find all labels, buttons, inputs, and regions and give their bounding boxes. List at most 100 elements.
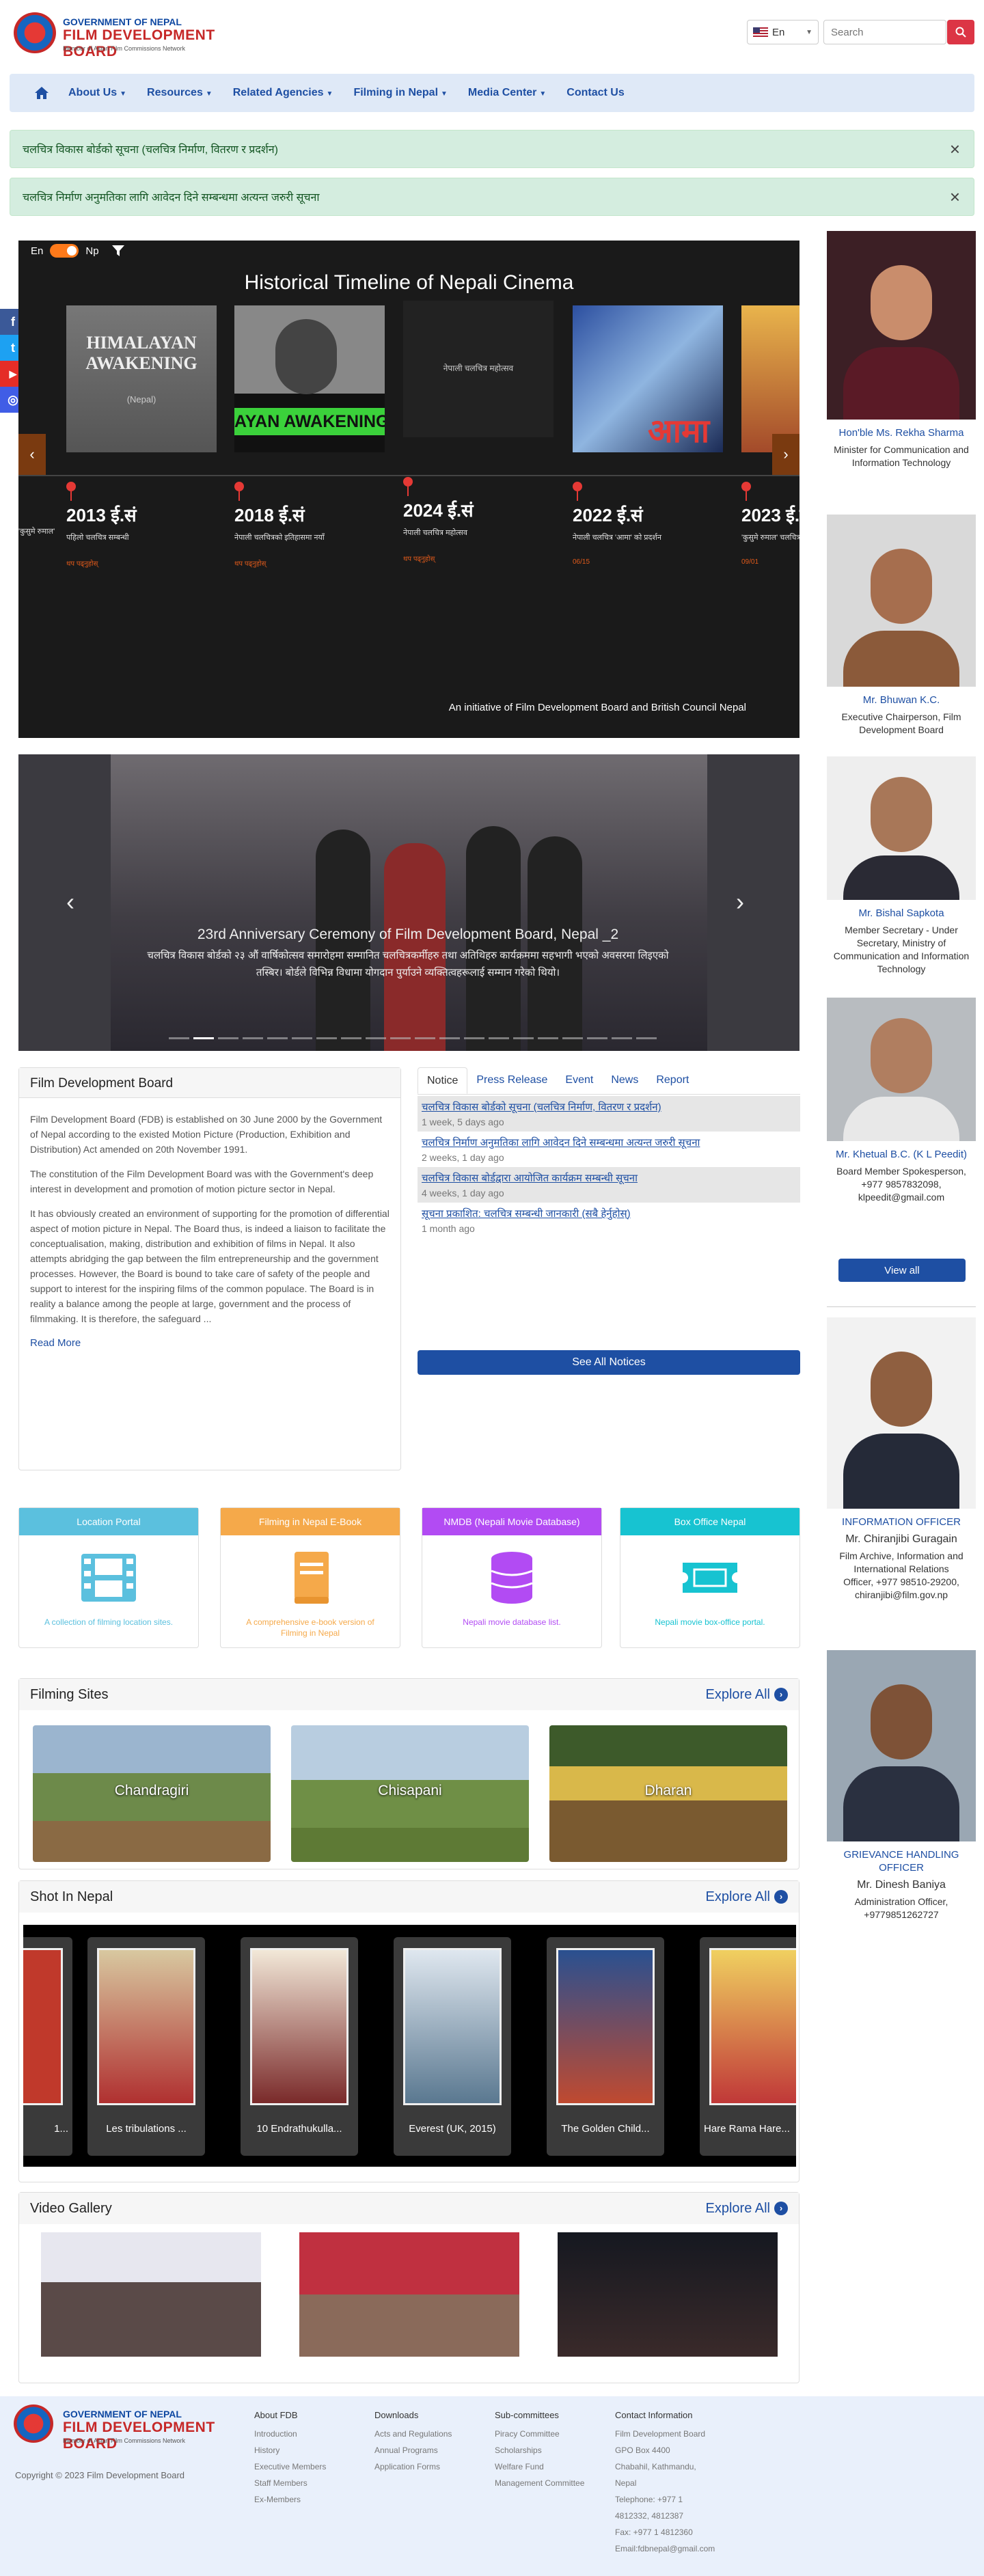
nav-filming-in-nepal[interactable]: Filming in Nepal ▼ [353, 87, 447, 99]
search-button[interactable] [947, 20, 974, 44]
explore-all-link[interactable]: Explore All › [706, 2201, 788, 2217]
movie-card[interactable]: The Golden Child... [547, 1937, 664, 2156]
footer-col-downloads: Downloads Acts and Regulations Annual Pr… [374, 2410, 452, 2475]
location-portal-card[interactable]: Location Portal A collection of filming … [18, 1507, 199, 1648]
footer-link[interactable]: Scholarships [495, 2442, 584, 2458]
timeline-card[interactable]: HIMALAYAN AWAKENING (Nepal) 2013 ई.सं पहि… [66, 305, 217, 579]
logo-government: GOVERNMENT OF NEPAL [63, 16, 182, 27]
notice-title[interactable]: सूचना प्रकाशित: चलचित्र सम्बन्धी जानकारी… [422, 1207, 796, 1222]
timeline-title: Historical Timeline of Nepali Cinema [244, 271, 574, 294]
movie-card[interactable]: Hare Rama Hare... [700, 1937, 796, 2156]
site-card[interactable]: Chandragiri [33, 1725, 271, 1862]
footer-link[interactable]: Annual Programs [374, 2442, 452, 2458]
tab-event[interactable]: Event [556, 1067, 602, 1094]
tab-press-release[interactable]: Press Release [467, 1067, 556, 1094]
footer-link[interactable]: Ex-Members [254, 2491, 326, 2508]
portal-title: NMDB (Nepali Movie Database) [422, 1508, 601, 1535]
filter-icon[interactable] [111, 244, 125, 258]
video-thumbnail[interactable] [558, 2232, 778, 2357]
timeline-prev-arrow[interactable]: ‹ [18, 434, 46, 475]
movie-title: The Golden Child... [561, 2123, 650, 2135]
member-name[interactable]: Mr. Khetual B.C. (K L Peedit) [827, 1148, 976, 1161]
nav-resources[interactable]: Resources ▼ [147, 87, 213, 99]
language-select[interactable]: En ▼ [747, 20, 819, 44]
footer-link[interactable]: Acts and Regulations [374, 2426, 452, 2442]
footer-link[interactable]: History [254, 2442, 326, 2458]
timeline-read-more[interactable]: थप पढ्नुहोस् [66, 558, 98, 568]
member-card[interactable]: Hon'ble Ms. Rekha Sharma Minister for Co… [827, 231, 976, 469]
footer-link[interactable]: Piracy Committee [495, 2426, 584, 2442]
video-thumbnail[interactable] [299, 2232, 519, 2357]
notice-title[interactable]: चलचित्र विकास बोर्डको सूचना (चलचित्र निर… [422, 1100, 796, 1115]
box-office-portal-card[interactable]: Box Office Nepal Nepali movie box-office… [620, 1507, 800, 1648]
explore-all-link[interactable]: Explore All › [706, 1889, 788, 1905]
view-all-members-button[interactable]: View all [838, 1259, 966, 1282]
close-icon[interactable]: × [950, 139, 960, 160]
member-name[interactable]: Hon'ble Ms. Rekha Sharma [827, 426, 976, 439]
explore-all-link[interactable]: Explore All › [706, 1687, 788, 1703]
notice-item[interactable]: चलचित्र विकास बोर्डको सूचना (चलचित्र निर… [418, 1096, 800, 1132]
notice-title[interactable]: चलचित्र निर्माण अनुमतिका लागि आवेदन दिने… [422, 1136, 796, 1151]
footer-logo[interactable]: GOVERNMENT OF NEPAL FILM DEVELOPMENT BOA… [14, 2404, 239, 2452]
member-name[interactable]: Mr. Bhuwan K.C. [827, 694, 976, 707]
search-input[interactable] [823, 20, 946, 44]
timeline-card[interactable]: नेपाली चलचित्र महोत्सव 2024 ई.सं नेपाली … [403, 301, 554, 574]
footer-link[interactable]: Executive Members [254, 2458, 326, 2475]
timeline-marker [573, 482, 582, 501]
officer-name: Mr. Dinesh Baniya [857, 1879, 946, 1891]
language-toggle[interactable]: En Np [31, 241, 125, 261]
tab-news[interactable]: News [602, 1067, 647, 1094]
notice-item[interactable]: सूचना प्रकाशित: चलचित्र सम्बन्धी जानकारी… [418, 1203, 800, 1238]
timeline-read-more[interactable]: थप पढ्नुहोस् [403, 553, 435, 563]
tab-report[interactable]: Report [647, 1067, 698, 1094]
timeline-card[interactable]: आमा 2022 ई.सं नेपाली चलचित्र 'आमा' को प्… [573, 305, 723, 579]
member-card[interactable]: Mr. Bishal Sapkota Member Secretary - Un… [827, 756, 976, 976]
timeline-read-more[interactable]: थप पढ्नुहोस् [234, 558, 266, 568]
footer-link[interactable]: Introduction [254, 2426, 326, 2442]
tab-notice[interactable]: Notice [418, 1067, 468, 1094]
movie-title: Everest (UK, 2015) [409, 2123, 496, 2135]
notice-item[interactable]: चलचित्र विकास बोर्डद्वारा आयोजित कार्यक्… [418, 1167, 800, 1203]
contact-line[interactable]: Email:fdbnepal@gmail.com [615, 2540, 715, 2557]
timeline-read-more[interactable]: 06/15 [573, 558, 590, 566]
carousel-prev-arrow[interactable]: ‹ [66, 888, 74, 916]
timeline-next-arrow[interactable]: › [772, 434, 800, 475]
movie-card[interactable]: Les tribulations ... [87, 1937, 205, 2156]
nav-media-center[interactable]: Media Center ▼ [468, 87, 546, 99]
member-card[interactable]: Mr. Bhuwan K.C. Executive Chairperson, F… [827, 515, 976, 737]
movie-card[interactable]: 1... [23, 1937, 72, 2156]
carousel-indicators[interactable] [169, 1037, 657, 1039]
footer-link[interactable]: Staff Members [254, 2475, 326, 2491]
movie-title: 1... [54, 2123, 68, 2135]
timeline-card[interactable]: AYAN AWAKENING, 2018 ई.सं नेपाली चलचित्र… [234, 305, 385, 579]
notice-title[interactable]: चलचित्र विकास बोर्डद्वारा आयोजित कार्यक्… [422, 1171, 796, 1186]
footer-link[interactable]: Management Committee [495, 2475, 584, 2491]
nav-related-agencies[interactable]: Related Agencies ▼ [233, 87, 333, 99]
close-icon[interactable]: × [950, 187, 960, 208]
carousel-next-arrow[interactable]: › [736, 888, 744, 916]
film-icon [81, 1554, 136, 1602]
notice-item[interactable]: चलचित्र निर्माण अनुमतिका लागि आवेदन दिने… [418, 1132, 800, 1167]
footer-link[interactable]: Application Forms [374, 2458, 452, 2475]
video-thumbnail[interactable] [41, 2232, 261, 2357]
movies-carousel: 1... Les tribulations ... 10 Endrathukul… [23, 1925, 796, 2167]
home-icon[interactable] [34, 86, 49, 100]
site-card[interactable]: Chisapani [291, 1725, 529, 1862]
nav-about-us[interactable]: About Us ▼ [68, 87, 126, 99]
site-card[interactable]: Dharan [549, 1725, 787, 1862]
timeline-read-more[interactable]: 09/01 [741, 558, 758, 566]
member-card[interactable]: Mr. Khetual B.C. (K L Peedit) Board Memb… [827, 998, 976, 1204]
ebook-portal-card[interactable]: Filming in Nepal E-Book A comprehensive … [220, 1507, 400, 1648]
movie-card[interactable]: 10 Endrathukulla... [241, 1937, 358, 2156]
read-more-link[interactable]: Read More [30, 1336, 390, 1351]
timeline-marker [741, 482, 751, 501]
member-name[interactable]: Mr. Bishal Sapkota [827, 907, 976, 920]
nav-contact-us[interactable]: Contact Us [566, 87, 624, 99]
footer-link[interactable]: Welfare Fund [495, 2458, 584, 2475]
fdb-logo[interactable]: GOVERNMENT OF NEPAL FILM DEVELOPMENT BOA… [14, 12, 239, 59]
about-fdb-title: Film Development Board [19, 1068, 400, 1098]
nmdb-portal-card[interactable]: NMDB (Nepali Movie Database) Nepali movi… [422, 1507, 602, 1648]
see-all-notices-button[interactable]: See All Notices [418, 1350, 800, 1375]
toggle-switch[interactable] [50, 244, 79, 258]
movie-card[interactable]: Everest (UK, 2015) [394, 1937, 511, 2156]
